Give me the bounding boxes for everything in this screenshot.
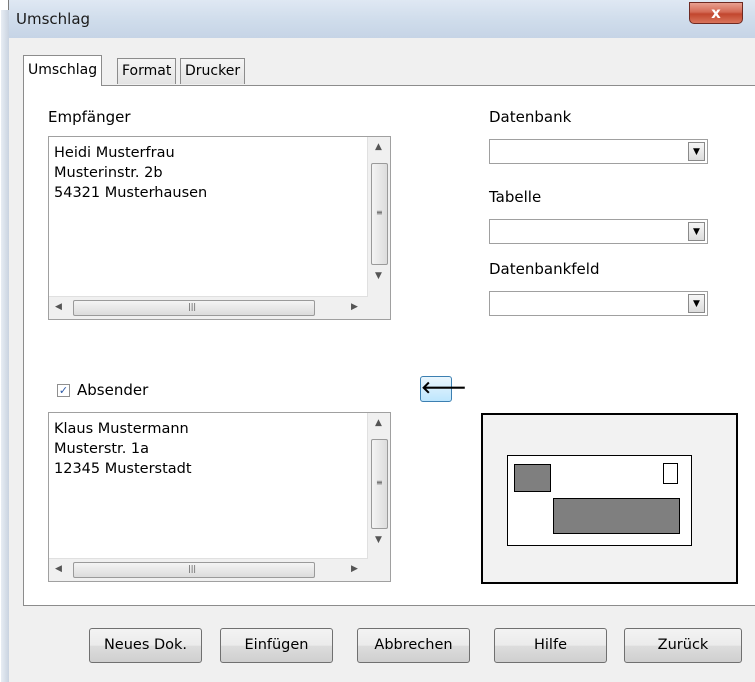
recipient-line: Heidi Musterfrau: [54, 145, 175, 161]
tab-panel-umschlag: Empfänger Heidi Musterfrau Musterinstr. …: [23, 85, 755, 606]
sender-line: Klaus Mustermann: [54, 421, 189, 437]
tabelle-select[interactable]: ▼: [489, 219, 708, 244]
datenbank-select[interactable]: ▼: [489, 139, 708, 164]
datenbank-label: Datenbank: [489, 108, 572, 126]
preview-sender-block: [514, 464, 551, 492]
recipient-line: Musterinstr. 2b: [54, 165, 163, 181]
tab-format[interactable]: Format: [117, 58, 177, 84]
grip-icon: ≡: [376, 208, 383, 217]
scroll-thumb[interactable]: |||: [73, 562, 315, 578]
envelope-shape: [507, 455, 692, 546]
close-icon: x: [711, 4, 721, 22]
scroll-thumb[interactable]: ≡: [371, 439, 388, 529]
sender-line: 12345 Musterstadt: [54, 461, 192, 477]
recipient-line: 54321 Musterhausen: [54, 185, 208, 201]
scroll-down-icon[interactable]: ▼: [375, 271, 382, 281]
grip-icon: |||: [188, 564, 197, 573]
preview-recipient-block: [553, 498, 680, 534]
tab-drucker[interactable]: Drucker: [180, 58, 246, 84]
window-title: Umschlag: [16, 10, 91, 28]
sender-vertical-scrollbar[interactable]: ▲ ≡ ▼: [367, 413, 390, 559]
grip-icon: |||: [188, 302, 197, 311]
left-arrow-icon: 🡐: [421, 378, 467, 398]
scroll-up-icon[interactable]: ▲: [375, 142, 382, 152]
sender-line: Musterstr. 1a: [54, 441, 150, 457]
recipient-textarea[interactable]: Heidi Musterfrau Musterinstr. 2b 54321 M…: [48, 136, 391, 320]
tab-umschlag[interactable]: Umschlag: [23, 55, 103, 86]
help-button[interactable]: Hilfe: [494, 628, 607, 663]
scroll-up-icon[interactable]: ▲: [375, 418, 382, 428]
grip-icon: ≡: [376, 478, 383, 487]
scroll-down-icon[interactable]: ▼: [375, 535, 382, 545]
back-button[interactable]: Zurück: [624, 628, 742, 663]
recipient-horizontal-scrollbar[interactable]: ◀ ||| ▶: [49, 296, 368, 319]
close-button[interactable]: x: [689, 2, 743, 24]
recipient-label: Empfänger: [48, 108, 131, 126]
sender-textarea[interactable]: Klaus Mustermann Musterstr. 1a 12345 Mus…: [48, 412, 391, 582]
scroll-left-icon[interactable]: ◀: [55, 302, 62, 312]
scroll-thumb[interactable]: |||: [73, 300, 315, 316]
chevron-down-icon[interactable]: ▼: [688, 222, 705, 241]
preview-stamp: [663, 463, 678, 484]
recipient-vertical-scrollbar[interactable]: ▲ ≡ ▼: [367, 137, 390, 297]
scroll-corner: [368, 297, 390, 319]
scroll-thumb[interactable]: ≡: [371, 163, 388, 265]
sender-horizontal-scrollbar[interactable]: ◀ ||| ▶: [49, 558, 368, 581]
cancel-button[interactable]: Abbrechen: [357, 628, 470, 663]
scroll-right-icon[interactable]: ▶: [351, 564, 358, 574]
sender-label[interactable]: Absender: [77, 381, 148, 399]
insert-field-button[interactable]: 🡐: [420, 376, 467, 402]
chevron-down-icon[interactable]: ▼: [688, 294, 705, 313]
title-bar[interactable]: Umschlag x: [9, 0, 755, 38]
sender-text: Klaus Mustermann Musterstr. 1a 12345 Mus…: [54, 419, 192, 479]
insert-button[interactable]: Einfügen: [220, 628, 333, 663]
scroll-right-icon[interactable]: ▶: [351, 302, 358, 312]
tabelle-label: Tabelle: [489, 188, 542, 206]
sender-checkbox[interactable]: ✓: [57, 384, 70, 397]
recipient-text: Heidi Musterfrau Musterinstr. 2b 54321 M…: [54, 143, 207, 203]
scroll-left-icon[interactable]: ◀: [55, 564, 62, 574]
datenbankfeld-label: Datenbankfeld: [489, 260, 600, 278]
envelope-preview: [481, 413, 738, 584]
dialog-window: Umschlag x Umschlag Format Drucker Empfä…: [1, 0, 755, 682]
datenbankfeld-select[interactable]: ▼: [489, 291, 708, 316]
new-document-button[interactable]: Neues Dok.: [89, 628, 202, 663]
scroll-corner: [368, 559, 390, 581]
chevron-down-icon[interactable]: ▼: [688, 142, 705, 161]
